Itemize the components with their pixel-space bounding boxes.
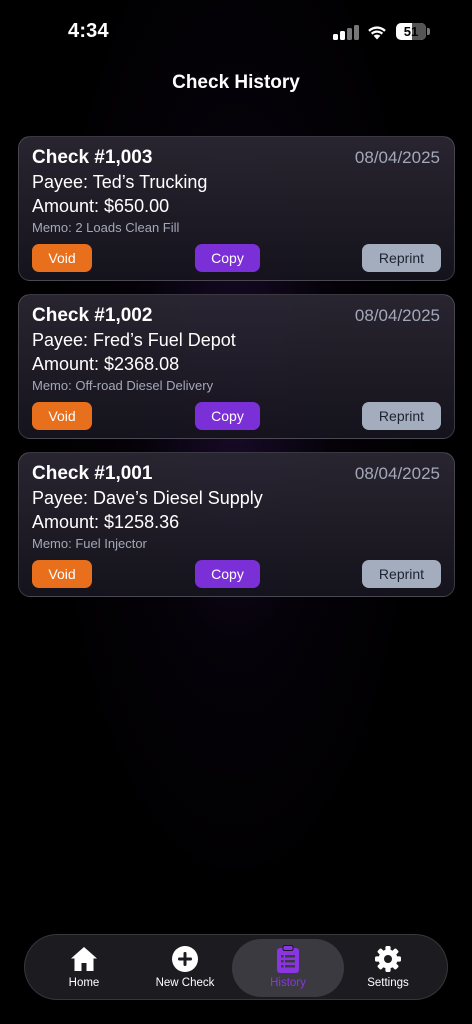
plus-circle-icon bbox=[172, 946, 198, 972]
tab-label: History bbox=[270, 977, 306, 989]
tab-label: Settings bbox=[367, 977, 409, 989]
check-date: 08/04/2025 bbox=[354, 306, 440, 325]
check-number: Check #1,001 bbox=[32, 463, 153, 484]
check-memo: Memo: Fuel Injector bbox=[32, 536, 147, 551]
tab-label: New Check bbox=[155, 977, 215, 989]
void-button[interactable]: Void bbox=[32, 402, 92, 430]
check-payee: Payee: Fred’s Fuel Depot bbox=[32, 330, 236, 350]
tab-settings[interactable]: Settings bbox=[353, 935, 423, 1001]
wifi-icon bbox=[368, 26, 386, 40]
status-time: 4:34 bbox=[68, 20, 109, 42]
check-memo: Memo: 2 Loads Clean Fill bbox=[32, 220, 180, 235]
tab-label: Home bbox=[68, 977, 100, 989]
tab-history[interactable]: History bbox=[253, 935, 323, 1001]
check-number: Check #1,003 bbox=[32, 147, 153, 168]
copy-button[interactable]: Copy bbox=[195, 560, 260, 588]
status-bar: 4:34 51 bbox=[0, 0, 472, 60]
tab-bar: Home New Check History Settings bbox=[24, 934, 448, 1000]
check-memo: Memo: Off-road Diesel Delivery bbox=[32, 378, 214, 393]
signal-icon bbox=[333, 24, 359, 40]
check-amount: Amount: $2368.08 bbox=[32, 354, 180, 374]
check-amount: Amount: $650.00 bbox=[32, 196, 170, 216]
reprint-button[interactable]: Reprint bbox=[362, 560, 441, 588]
check-date: 08/04/2025 bbox=[354, 148, 440, 167]
clipboard-list-icon bbox=[277, 945, 299, 973]
check-card: Check #1,001 08/04/2025 Payee: Dave’s Di… bbox=[18, 452, 455, 597]
void-button[interactable]: Void bbox=[32, 244, 92, 272]
check-card: Check #1,003 08/04/2025 Payee: Ted’s Tru… bbox=[18, 136, 455, 281]
gear-icon bbox=[375, 946, 401, 972]
battery-level: 51 bbox=[403, 24, 419, 39]
home-icon bbox=[71, 947, 97, 971]
tab-home[interactable]: Home bbox=[49, 935, 119, 1001]
page-title: Check History bbox=[172, 72, 300, 93]
copy-button[interactable]: Copy bbox=[195, 402, 260, 430]
check-date: 08/04/2025 bbox=[354, 464, 440, 483]
check-payee: Payee: Ted’s Trucking bbox=[32, 172, 208, 192]
void-button[interactable]: Void bbox=[32, 560, 92, 588]
check-number: Check #1,002 bbox=[32, 305, 153, 326]
battery-icon: 51 bbox=[396, 23, 430, 40]
reprint-button[interactable]: Reprint bbox=[362, 402, 441, 430]
check-card: Check #1,002 08/04/2025 Payee: Fred’s Fu… bbox=[18, 294, 455, 439]
tab-new-check[interactable]: New Check bbox=[145, 935, 225, 1001]
copy-button[interactable]: Copy bbox=[195, 244, 260, 272]
screen: 4:34 51 Check History Check #1,003 08/04… bbox=[0, 0, 472, 1024]
reprint-button[interactable]: Reprint bbox=[362, 244, 441, 272]
check-payee: Payee: Dave’s Diesel Supply bbox=[32, 488, 263, 508]
check-amount: Amount: $1258.36 bbox=[32, 512, 180, 532]
